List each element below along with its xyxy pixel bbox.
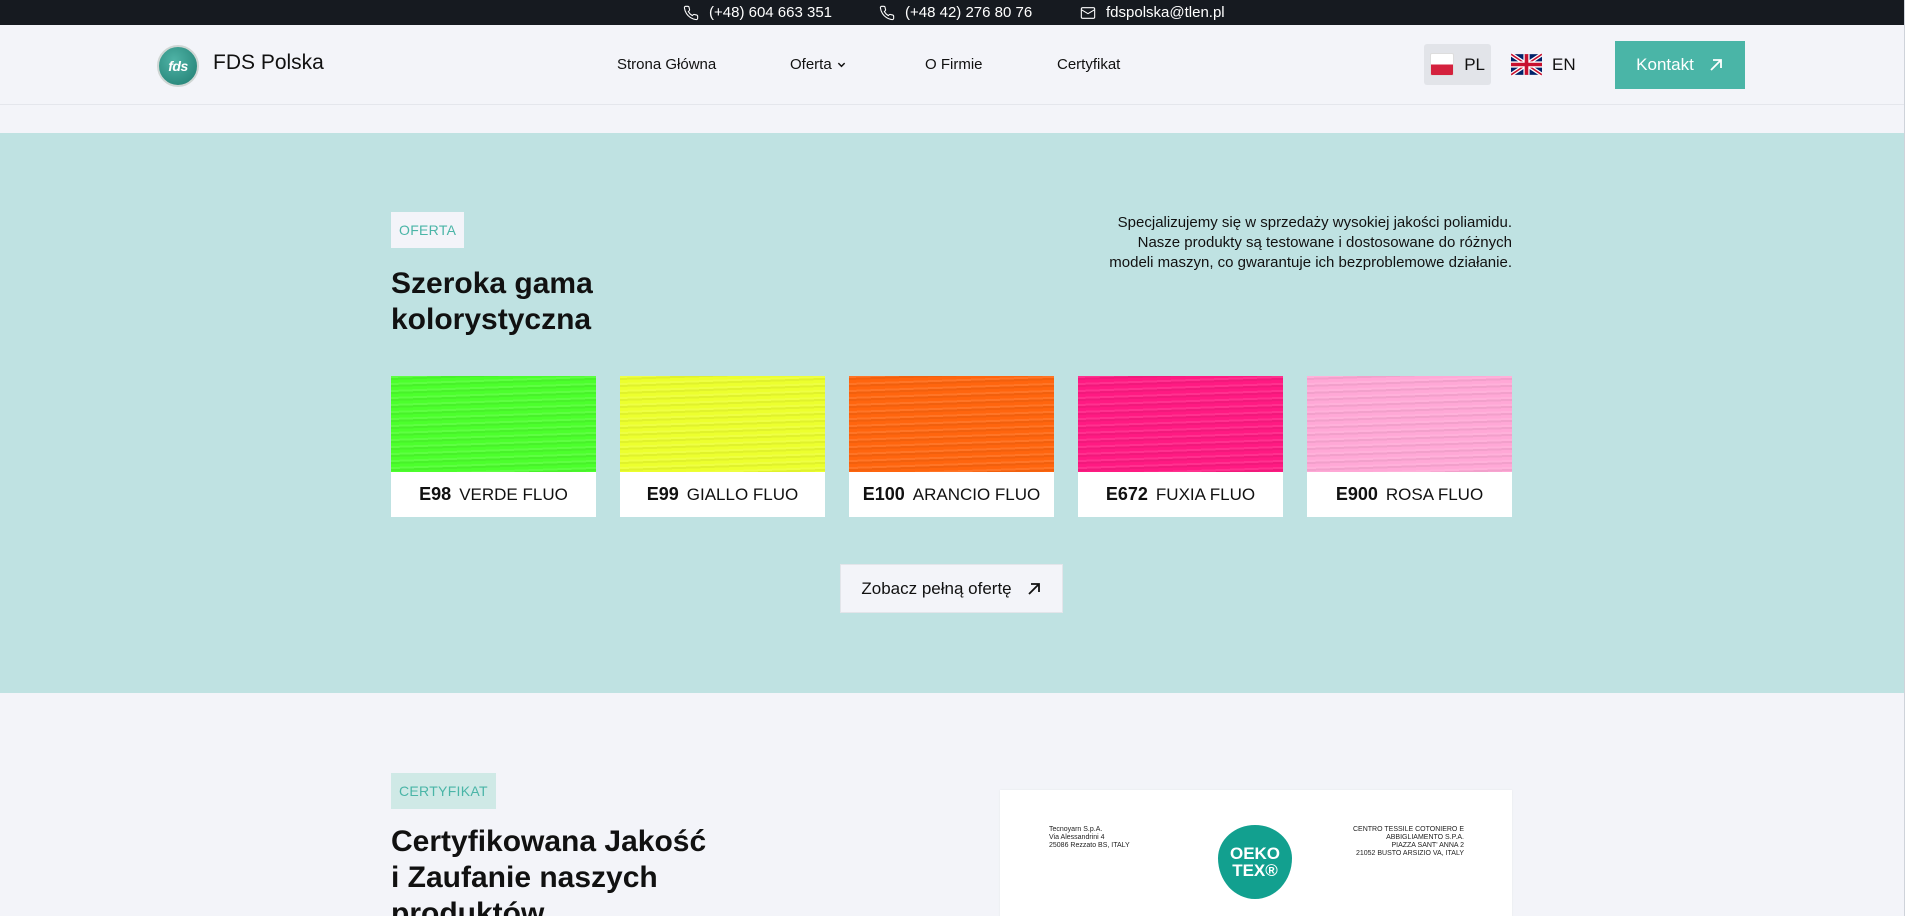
- contact-bar: (+48) 604 663 351 (+48 42) 276 80 76 fds…: [0, 0, 1904, 25]
- color-code: E98: [419, 484, 452, 504]
- certificate-title: Certyfikowana Jakość i Zaufanie naszych …: [391, 824, 706, 916]
- color-label: E98 VERDE FLUO: [391, 472, 596, 517]
- doc-left-line: 25086 Rezzato BS, ITALY: [1049, 842, 1130, 849]
- doc-right-line: ABBIGLIAMENTO S.P.A.: [1386, 834, 1464, 841]
- kontakt-button[interactable]: Kontakt: [1615, 41, 1745, 89]
- color-label: E99 GIALLO FLUO: [620, 472, 825, 517]
- oeko-tex-logo-line-1: OEKO: [1229, 844, 1281, 863]
- email-link[interactable]: fdspolska@tlen.pl: [1080, 0, 1225, 25]
- fds-logo[interactable]: fds: [157, 45, 199, 87]
- color-code: E99: [646, 484, 679, 504]
- color-swatch: [620, 376, 825, 472]
- certificate-issuer-address: Tecnoyarn S.p.A. Via Alessandrini 4 2508…: [1049, 826, 1130, 850]
- doc-right-line: PIAZZA SANT' ANNA 2: [1391, 842, 1464, 849]
- color-label: E672 FUXIA FLUO: [1078, 472, 1283, 517]
- color-card-e98[interactable]: E98 VERDE FLUO: [391, 376, 596, 517]
- oeko-tex-logo-line-2: TEX®: [1232, 861, 1278, 880]
- offer-section: OFERTA Szeroka gama kolorystyczna Specja…: [0, 133, 1904, 693]
- phone-icon: [879, 5, 895, 20]
- color-label: E100 ARANCIO FLUO: [849, 472, 1054, 517]
- color-swatch: [1307, 376, 1512, 472]
- certificate-title-line-3: produktów: [391, 897, 545, 916]
- color-name: ARANCIO FLUO: [912, 484, 1041, 504]
- logo-text: fds: [168, 58, 188, 74]
- phone-link-2[interactable]: (+48 42) 276 80 76: [879, 0, 1032, 25]
- kontakt-label: Kontakt: [1636, 55, 1694, 74]
- certificate-title-line-2: i Zaufanie naszych: [391, 861, 658, 894]
- see-full-offer-label: Zobacz pełną ofertę: [861, 578, 1012, 598]
- certificate-title-line-1: Certyfikowana Jakość: [391, 825, 707, 858]
- color-code: E100: [862, 484, 905, 504]
- offer-title: Szeroka gama kolorystyczna: [391, 266, 593, 338]
- lang-en-button[interactable]: EN: [1505, 44, 1582, 85]
- color-swatch: [391, 376, 596, 472]
- phone-1-text: (+48) 604 663 351: [709, 4, 833, 21]
- nav-strona-glowna[interactable]: Strona Główna: [617, 56, 716, 73]
- phone-2-text: (+48 42) 276 80 76: [905, 4, 1033, 21]
- certificate-holder-address: CENTRO TESSILE COTONIERO E ABBIGLIAMENTO…: [1353, 826, 1464, 858]
- mail-icon: [1080, 6, 1096, 19]
- lang-pl-label: PL: [1464, 54, 1485, 74]
- offer-title-line-2: kolorystyczna: [391, 303, 592, 336]
- color-swatch: [849, 376, 1054, 472]
- color-name: GIALLO FLUO: [686, 484, 799, 504]
- nav-certyfikat[interactable]: Certyfikat: [1057, 56, 1120, 73]
- doc-left-line: Tecnoyarn S.p.A.: [1049, 826, 1103, 833]
- color-name: ROSA FLUO: [1385, 484, 1484, 504]
- lang-en-label: EN: [1552, 54, 1576, 74]
- color-name: VERDE FLUO: [459, 484, 568, 504]
- brand-name[interactable]: FDS Polska: [213, 51, 324, 75]
- color-swatch: [1078, 376, 1283, 472]
- color-code: E900: [1335, 484, 1378, 504]
- certificate-section: CERTYFIKAT Certyfikowana Jakość i Zaufan…: [0, 693, 1904, 916]
- arrow-up-right-icon: [1027, 582, 1040, 595]
- phone-link-1[interactable]: (+48) 604 663 351: [683, 0, 832, 25]
- oeko-tex-logo: OEKO TEX®: [1218, 825, 1292, 899]
- color-label: E900 ROSA FLUO: [1307, 472, 1512, 517]
- color-card-e100[interactable]: E100 ARANCIO FLUO: [849, 376, 1054, 517]
- offer-description: Specjalizujemy się w sprzedaży wysokiej …: [1109, 214, 1512, 271]
- color-card-e99[interactable]: E99 GIALLO FLUO: [620, 376, 825, 517]
- chevron-down-icon: [837, 62, 845, 68]
- color-code: E672: [1105, 484, 1148, 504]
- site-header: fds FDS Polska Strona Główna Oferta O Fi…: [0, 25, 1904, 105]
- page: (+48) 604 663 351 (+48 42) 276 80 76 fds…: [0, 0, 1904, 916]
- color-card-e672[interactable]: E672 FUXIA FLUO: [1078, 376, 1283, 517]
- arrow-up-right-icon: [1710, 59, 1722, 71]
- phone-icon: [683, 5, 699, 20]
- color-name: FUXIA FLUO: [1155, 484, 1256, 504]
- color-card-e900[interactable]: E900 ROSA FLUO: [1307, 376, 1512, 517]
- offer-tag: OFERTA: [391, 212, 465, 248]
- poland-flag-icon: [1430, 53, 1455, 76]
- certificate-document[interactable]: Tecnoyarn S.p.A. Via Alessandrini 4 2508…: [1000, 790, 1512, 916]
- nav-oferta-label: Oferta: [790, 56, 832, 73]
- doc-left-line: Via Alessandrini 4: [1049, 834, 1105, 841]
- certificate-tag: CERTYFIKAT: [391, 773, 496, 809]
- doc-right-line: CENTRO TESSILE COTONIERO E: [1353, 826, 1464, 833]
- nav-o-firmie[interactable]: O Firmie: [925, 56, 983, 73]
- email-text: fdspolska@tlen.pl: [1106, 4, 1225, 21]
- offer-title-line-1: Szeroka gama: [391, 267, 593, 300]
- color-cards: E98 VERDE FLUO E99 GIALLO FLUO E100 ARAN…: [391, 376, 1512, 518]
- lang-pl-button[interactable]: PL: [1424, 44, 1491, 85]
- nav-oferta[interactable]: Oferta: [790, 56, 846, 73]
- see-full-offer-button[interactable]: Zobacz pełną ofertę: [840, 564, 1063, 613]
- uk-flag-icon: [1511, 53, 1542, 76]
- doc-right-line: 21052 BUSTO ARSIZIO VA, ITALY: [1355, 850, 1464, 857]
